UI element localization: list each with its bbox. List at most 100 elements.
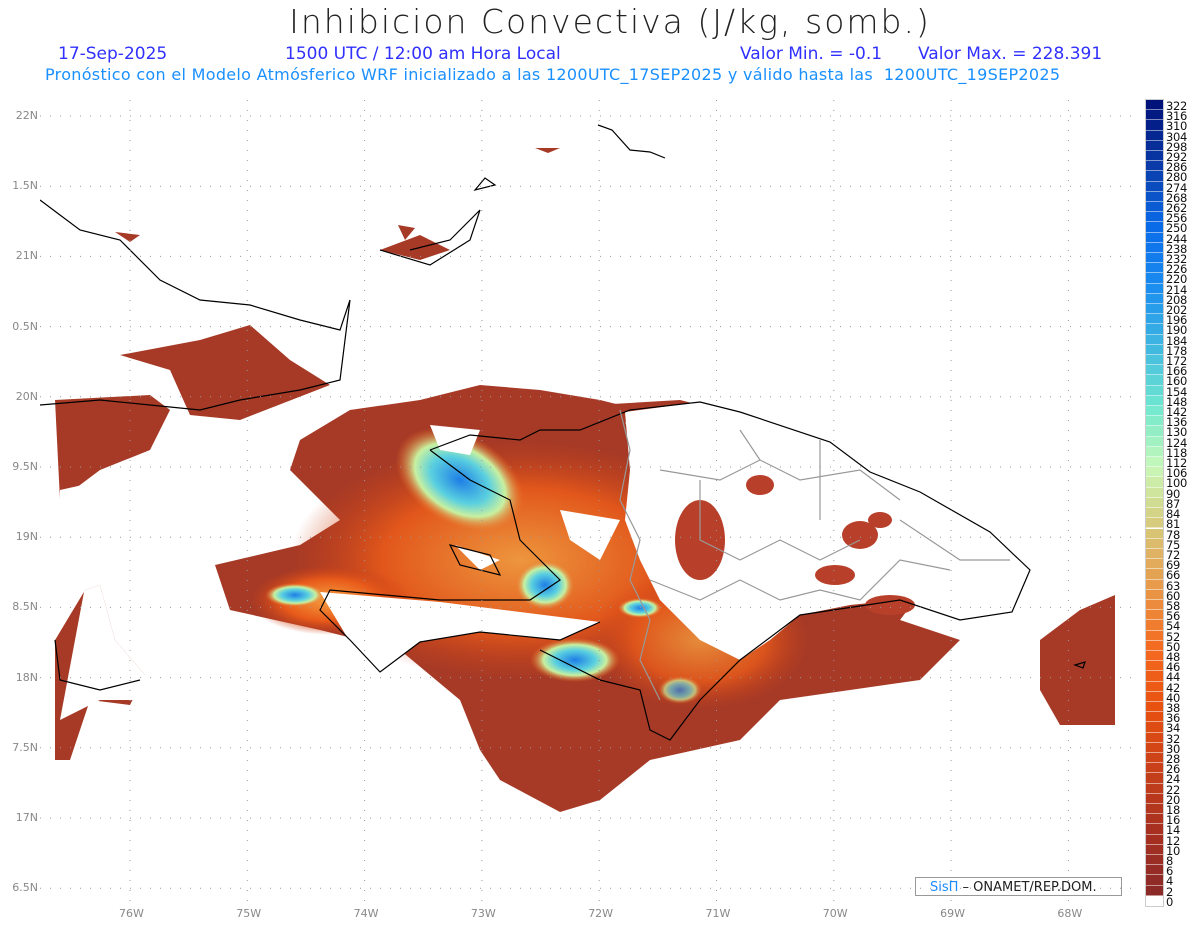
colorbar-box <box>1146 508 1163 519</box>
colorbar-box <box>1146 732 1163 743</box>
colorbar-box <box>1146 579 1163 590</box>
colorbar-box <box>1146 171 1163 182</box>
colorbar-box <box>1146 620 1163 631</box>
colorbar-box <box>1146 304 1163 315</box>
colorbar-box <box>1146 895 1163 906</box>
colorbar-box <box>1146 120 1163 131</box>
lon-label: 71W <box>705 907 731 920</box>
credit-box: SisΠ – ONAMET/REP.DOM. <box>915 877 1122 896</box>
colorbar-box <box>1146 263 1163 274</box>
colorbar-box <box>1146 763 1163 774</box>
colorbar-box <box>1146 854 1163 866</box>
sispi-logo: SisΠ <box>930 880 959 895</box>
colorbar-box <box>1146 212 1163 223</box>
lon-label: 72W <box>588 907 614 920</box>
colorbar-box <box>1146 742 1163 753</box>
lat-label: 18N <box>15 670 38 684</box>
colorbar-box <box>1146 293 1163 305</box>
colorbar-box <box>1146 722 1163 733</box>
lat-label: 21N <box>15 249 38 263</box>
colorbar-box <box>1146 650 1163 662</box>
lat-label: 6.5N <box>12 881 38 895</box>
colorbar-box <box>1146 844 1163 855</box>
colorbar <box>1145 99 1164 907</box>
colorbar-box <box>1146 202 1163 213</box>
colorbar-box <box>1146 151 1163 162</box>
colorbar-box <box>1146 783 1163 794</box>
colorbar-box <box>1146 497 1163 509</box>
colorbar-box <box>1146 314 1163 325</box>
lon-label: 74W <box>353 907 379 920</box>
lat-label: 9.5N <box>12 460 38 473</box>
colorbar-box <box>1146 253 1163 264</box>
colorbar-box <box>1146 324 1163 335</box>
colorbar-box <box>1146 181 1163 192</box>
colorbar-box <box>1146 375 1163 386</box>
colorbar-box <box>1146 406 1163 417</box>
colorbar-box <box>1146 487 1163 498</box>
colorbar-box <box>1146 365 1163 376</box>
colorbar-box <box>1146 610 1163 621</box>
lon-label: 75W <box>236 907 262 920</box>
colorbar-box <box>1146 538 1163 549</box>
colorbar-box <box>1146 518 1163 529</box>
colorbar-box <box>1146 130 1163 141</box>
colorbar-box <box>1146 457 1163 468</box>
colorbar-box <box>1146 283 1163 294</box>
colorbar-box <box>1146 671 1163 682</box>
colorbar-box <box>1146 395 1163 407</box>
credit-text: – ONAMET/REP.DOM. <box>958 880 1097 895</box>
colorbar-box <box>1146 681 1163 692</box>
colorbar-box <box>1146 232 1163 243</box>
colorbar-box <box>1146 599 1163 611</box>
colorbar-box <box>1146 273 1163 284</box>
colorbar-box <box>1146 355 1163 366</box>
colorbar-box <box>1146 814 1163 825</box>
colorbar-box <box>1146 100 1163 111</box>
colorbar-box <box>1146 752 1163 764</box>
lon-label: 69W <box>940 907 965 920</box>
colorbar-box <box>1146 803 1163 815</box>
colorbar-box <box>1146 885 1163 896</box>
colorbar-box <box>1146 191 1163 202</box>
colorbar-box <box>1146 385 1163 396</box>
colorbar-box <box>1146 344 1163 356</box>
colorbar-box <box>1146 467 1163 478</box>
colorbar-box <box>1146 140 1163 151</box>
colorbar-box <box>1146 661 1163 672</box>
colorbar-box <box>1146 834 1163 845</box>
colorbar-box <box>1146 824 1163 835</box>
colorbar-box <box>1146 865 1163 876</box>
lon-label: 73W <box>470 907 496 920</box>
colorbar-box <box>1146 630 1163 641</box>
lat-label: 20N <box>15 389 38 403</box>
colorbar-box <box>1146 875 1163 886</box>
lat-label: 8.5N <box>12 600 38 614</box>
map-canvas <box>40 100 1140 905</box>
lon-label: 68W <box>1057 907 1083 920</box>
lat-label: 0.5N <box>12 319 38 333</box>
colorbar-label: 0 <box>1166 894 1174 909</box>
lat-label: 17N <box>15 811 38 824</box>
colorbar-box <box>1146 793 1163 804</box>
colorbar-box <box>1146 110 1163 121</box>
colorbar-box <box>1146 548 1163 560</box>
colorbar-box <box>1146 691 1163 702</box>
colorbar-box <box>1146 426 1163 437</box>
lon-label: 76W <box>119 907 144 920</box>
colorbar-box <box>1146 222 1163 233</box>
colorbar-box <box>1146 436 1163 447</box>
colorbar-box <box>1146 640 1163 651</box>
colorbar-box <box>1146 242 1163 254</box>
colorbar-box <box>1146 701 1163 713</box>
colorbar-box <box>1146 569 1163 580</box>
colorbar-box <box>1146 446 1163 458</box>
lon-label: 70W <box>822 907 848 920</box>
colorbar-box <box>1146 161 1163 172</box>
lat-label: 1.5N <box>12 179 38 193</box>
colorbar-box <box>1146 416 1163 427</box>
colorbar-box <box>1146 773 1163 784</box>
colorbar-box <box>1146 559 1163 570</box>
lat-label: 22N <box>15 109 38 122</box>
colorbar-box <box>1146 712 1163 723</box>
